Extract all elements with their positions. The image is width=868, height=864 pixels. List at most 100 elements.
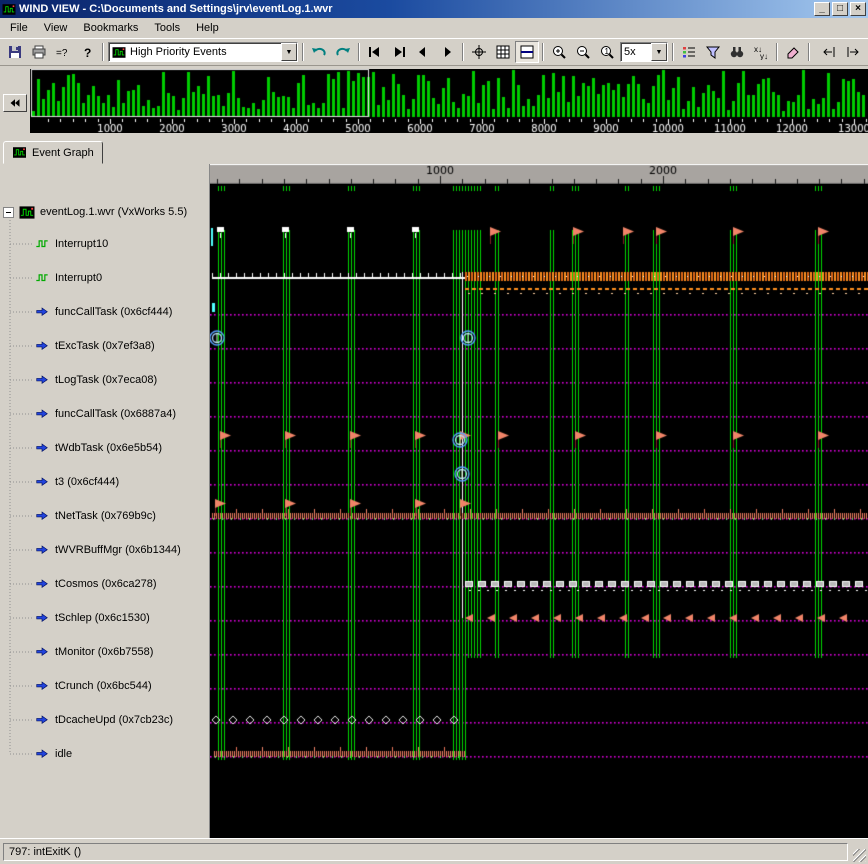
event-filter-dialog-button[interactable] (701, 41, 725, 63)
tree-item-twvrbuffmgr[interactable]: tWVRBuffMgr (0x6b1344) (34, 538, 181, 562)
approot-icon (19, 205, 35, 220)
dropdown-arrow-icon[interactable]: ▼ (651, 43, 667, 61)
minimize-button[interactable]: _ (814, 2, 830, 16)
tree-item-label: tWVRBuffMgr (0x6b1344) (55, 544, 181, 556)
next-event-button[interactable] (435, 41, 459, 63)
tree-item-t3[interactable]: t3 (0x6cf444) (34, 470, 119, 494)
menu-view[interactable]: View (36, 19, 76, 37)
toolbar-separator (358, 43, 360, 61)
resize-grip[interactable] (853, 849, 866, 862)
help-button[interactable]: ? (75, 41, 99, 63)
tree-item-tschlep[interactable]: tSchlep (0x6c1530) (34, 606, 150, 630)
approot-icon (2, 3, 16, 16)
interrupt-icon (34, 238, 50, 251)
zoom-full-button[interactable]: 1 (595, 41, 619, 63)
next-icon (439, 44, 455, 60)
jump-next-button[interactable] (841, 41, 865, 63)
zoom-out-button[interactable] (571, 41, 595, 63)
dropdown-arrow-icon[interactable]: ▼ (281, 43, 297, 61)
tree-item-interrupt0[interactable]: Interrupt0 (34, 266, 102, 290)
tree-item-label: funcCallTask (0x6887a4) (55, 408, 176, 420)
titlebar[interactable]: WIND VIEW - C:\Documents and Settings\jr… (0, 0, 868, 18)
undo-button[interactable] (307, 41, 331, 63)
first-icon (367, 44, 383, 60)
search-events-button[interactable] (725, 41, 749, 63)
tree-item-tmonitor[interactable]: tMonitor (0x6b7558) (34, 640, 153, 664)
approot-icon (112, 46, 126, 59)
tree-item-label: tCrunch (0x6bc544) (55, 680, 152, 692)
timeline-ruler[interactable] (210, 164, 868, 184)
tree-item-funccalltask[interactable]: funcCallTask (0x6cf444) (34, 300, 172, 324)
task-tree-panel: eventLog.1.wvr (VxWorks 5.5) Interrupt10 I… (0, 164, 210, 838)
toolbar-separator (102, 43, 104, 61)
menu-file[interactable]: File (2, 19, 36, 37)
maximize-button[interactable]: □ (832, 2, 848, 16)
redo-button[interactable] (331, 41, 355, 63)
tree-item-idle[interactable]: idle (34, 742, 72, 766)
tree-item-label: Interrupt10 (55, 238, 108, 250)
tree-item-tdcacheupd[interactable]: tDcacheUpd (0x7cb23c) (34, 708, 173, 732)
split-view-button[interactable] (515, 41, 539, 63)
event-graph-tab-icon (12, 146, 27, 159)
zoom-in-button[interactable] (547, 41, 571, 63)
tree-item-label: tLogTask (0x7eca08) (55, 374, 157, 386)
xy-icon: x↓y↓ (753, 44, 769, 60)
tree-item-funccalltask[interactable]: funcCallTask (0x6887a4) (34, 402, 176, 426)
save-button[interactable] (3, 41, 27, 63)
minus-icon (6, 212, 11, 213)
tree-item-interrupt10[interactable]: Interrupt10 (34, 232, 108, 256)
zoomin-icon (551, 44, 567, 60)
tree-item-tcrunch[interactable]: tCrunch (0x6bc544) (34, 674, 152, 698)
tree-item-texctask[interactable]: tExcTask (0x7ef3a8) (34, 334, 155, 358)
grid-icon (495, 44, 511, 60)
task-icon (34, 544, 50, 557)
task-icon (34, 510, 50, 523)
toggle-grid-button[interactable] (491, 41, 515, 63)
list-icon (681, 44, 697, 60)
context-help-button[interactable]: =? (51, 41, 75, 63)
tree-item-twdbtask[interactable]: tWdbTask (0x6e5b54) (34, 436, 162, 460)
status-bar: 797: intExitK () (0, 838, 868, 864)
overview-histogram[interactable] (30, 69, 868, 133)
prev-event-button[interactable] (411, 41, 435, 63)
tree-expander[interactable] (3, 207, 14, 218)
tree-item-label: tNetTask (0x769b9c) (55, 510, 156, 522)
event-legend-button[interactable] (677, 41, 701, 63)
tree-root[interactable]: eventLog.1.wvr (VxWorks 5.5) (3, 200, 187, 224)
tree-item-label: tDcacheUpd (0x7cb23c) (55, 714, 173, 726)
hsplit-icon (519, 44, 535, 60)
jumpright-icon (845, 44, 861, 60)
center-on-cursor-button[interactable] (467, 41, 491, 63)
app-icon (2, 3, 16, 16)
event-graph-canvas[interactable] (210, 184, 868, 838)
tree-item-tcosmos[interactable]: tCosmos (0x6ca278) (34, 572, 157, 596)
tree-item-tlogtask[interactable]: tLogTask (0x7eca08) (34, 368, 157, 392)
close-button[interactable]: × (850, 2, 866, 16)
task-icon (34, 476, 50, 489)
svg-text:=?: =? (56, 48, 68, 59)
menu-bookmarks[interactable]: Bookmarks (75, 19, 146, 37)
task-icon (34, 306, 50, 319)
tree-item-label: tMonitor (0x6b7558) (55, 646, 153, 658)
go-first-event-button[interactable] (363, 41, 387, 63)
tab-event-graph[interactable]: Event Graph (3, 141, 103, 164)
event-filter-combo[interactable]: High Priority Events▼ (108, 42, 298, 62)
interrupt-icon (34, 272, 50, 285)
caption-buttons: _ □ × (812, 2, 866, 16)
toolbar-separator (776, 43, 778, 61)
tree-item-tnettask[interactable]: tNetTask (0x769b9c) (34, 504, 156, 528)
menu-bar: FileViewBookmarksToolsHelp (0, 18, 868, 38)
zoom-level-combo[interactable]: 5x▼ (620, 42, 668, 62)
menu-help[interactable]: Help (188, 19, 227, 37)
overview-pager-button[interactable] (3, 94, 27, 112)
menu-tools[interactable]: Tools (146, 19, 188, 37)
toolbar: =?? High Priority Events▼ 15x▼ x↓y↓ (0, 38, 868, 66)
undo-icon (311, 44, 327, 60)
toolbar-separator (302, 43, 304, 61)
task-icon (34, 340, 50, 353)
sort-tasks-button[interactable]: x↓y↓ (749, 41, 773, 63)
go-last-event-button[interactable] (387, 41, 411, 63)
erase-marks-button[interactable] (781, 41, 805, 63)
print-button[interactable] (27, 41, 51, 63)
jump-prev-button[interactable] (817, 41, 841, 63)
